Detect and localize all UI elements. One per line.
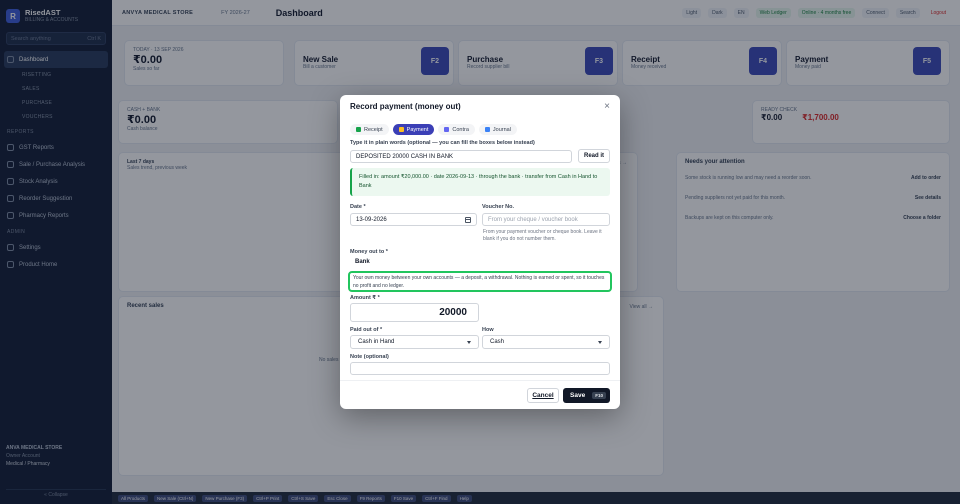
- tab-label: Journal: [492, 126, 511, 133]
- plain-words-label: Type it in plain words (optional — you c…: [350, 140, 535, 146]
- cancel-button[interactable]: Cancel: [527, 388, 559, 403]
- tab-payment[interactable]: Payment: [392, 124, 435, 135]
- contra-icon: [444, 127, 450, 132]
- record-payment-modal: Record payment (money out) × Receipt Paym…: [340, 95, 620, 409]
- tab-label: Contra: [452, 126, 469, 133]
- voucher-label: Voucher No.: [482, 204, 514, 210]
- money-out-value[interactable]: Bank: [355, 259, 370, 265]
- paid-out-of-select[interactable]: Cash in Hand: [350, 335, 479, 349]
- money-out-label: Money out to *: [350, 249, 388, 255]
- tab-contra[interactable]: Contra: [438, 124, 475, 135]
- voucher-input[interactable]: From your cheque / voucher book: [482, 213, 610, 226]
- chevron-down-icon: [467, 340, 471, 344]
- chevron-down-icon: [598, 340, 602, 344]
- date-label: Date *: [350, 204, 366, 210]
- modal-footer-divider: [340, 380, 620, 381]
- save-button[interactable]: Save F10: [563, 388, 610, 403]
- tab-journal[interactable]: Journal: [478, 124, 517, 135]
- date-value: 13-09-2026: [356, 216, 387, 223]
- save-label: Save: [570, 392, 586, 399]
- calendar-icon[interactable]: [465, 216, 471, 223]
- transfer-explanation-note: Your own money between your own accounts…: [348, 271, 612, 292]
- note-label: Note (optional): [350, 354, 389, 360]
- read-it-button[interactable]: Read it: [578, 149, 610, 163]
- how-label: How: [482, 327, 494, 333]
- parse-result-callout: Filled in: amount ₹20,000.00 · date 2026…: [350, 168, 610, 196]
- paid-out-of-value: Cash in Hand: [358, 339, 395, 345]
- close-icon[interactable]: ×: [604, 101, 610, 112]
- save-shortcut: F10: [592, 392, 606, 399]
- payment-icon: [398, 127, 404, 132]
- tab-receipt[interactable]: Receipt: [350, 124, 389, 135]
- date-field[interactable]: 13-09-2026: [350, 213, 477, 226]
- plain-words-input[interactable]: DEPOSITED 20000 CASH IN BANK: [350, 150, 572, 163]
- how-select[interactable]: Cash: [482, 335, 610, 349]
- how-value: Cash: [490, 339, 505, 345]
- journal-icon: [484, 127, 490, 132]
- tab-label: Payment: [406, 126, 429, 133]
- amount-input[interactable]: 20000: [350, 303, 479, 322]
- modal-title: Record payment (money out): [350, 102, 461, 111]
- receipt-icon: [356, 127, 361, 132]
- voucher-help-text: From your payment voucher or cheque book…: [483, 229, 602, 242]
- paid-out-of-label: Paid out of *: [350, 327, 383, 333]
- tab-label: Receipt: [364, 126, 383, 133]
- amount-label: Amount ₹ *: [350, 295, 380, 301]
- voucher-type-tabs: Receipt Payment Contra Journal: [350, 124, 517, 135]
- note-input[interactable]: [350, 362, 610, 375]
